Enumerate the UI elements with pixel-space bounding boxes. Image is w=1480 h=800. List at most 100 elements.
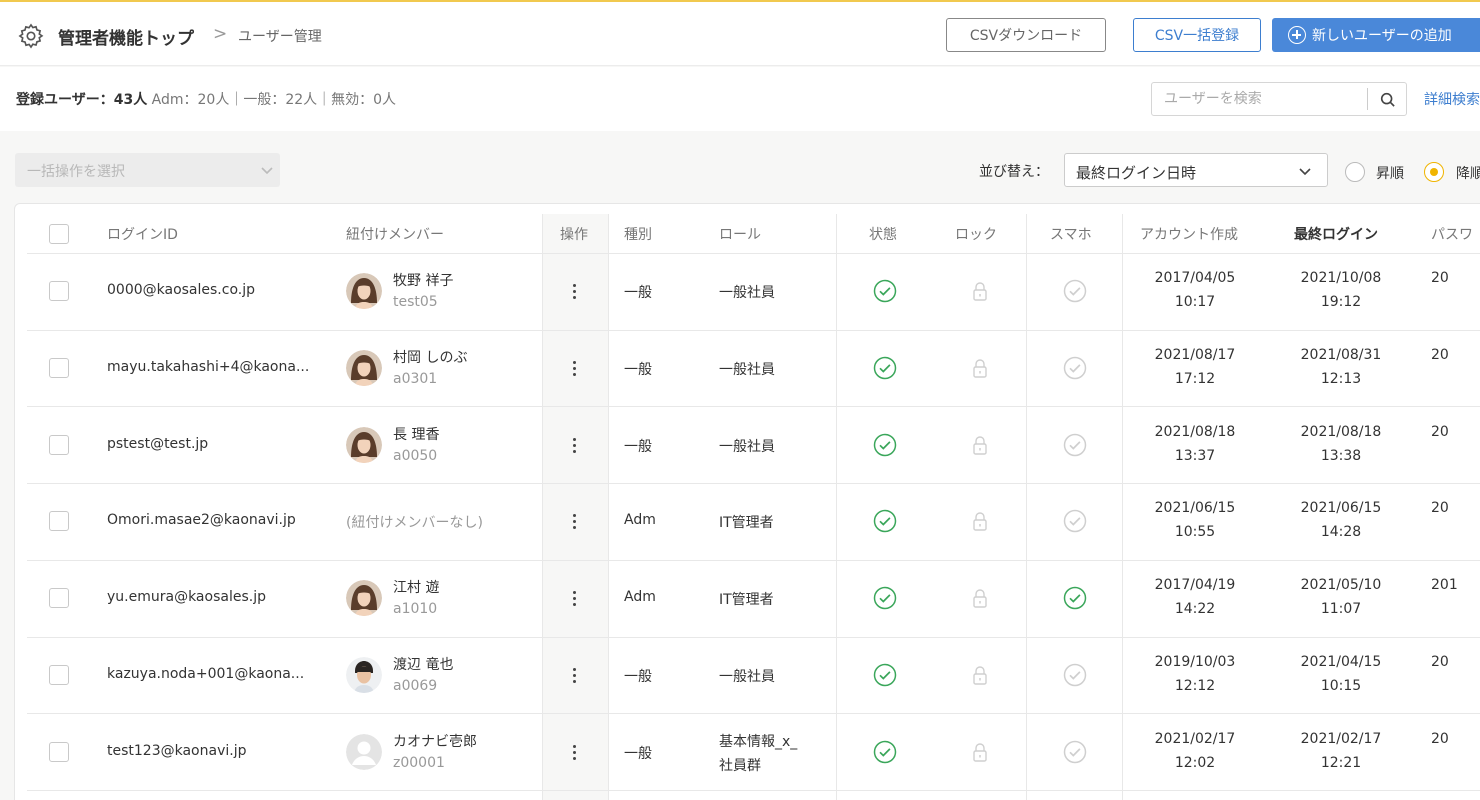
lock-icon[interactable]: [968, 586, 992, 610]
sort-desc-radio[interactable]: [1424, 162, 1444, 182]
user-type: 一般: [624, 668, 652, 685]
login-id[interactable]: pstest@test.jp: [107, 436, 208, 452]
row-checkbox[interactable]: [49, 358, 69, 379]
smartphone-check-icon[interactable]: [1063, 740, 1087, 764]
account-created-time: 14:22: [1174, 601, 1216, 618]
search-divider: [1367, 88, 1368, 110]
member-code: z00001: [393, 754, 445, 771]
kebab-icon[interactable]: [572, 667, 576, 684]
kebab-icon[interactable]: [572, 437, 576, 454]
column-header-last-login[interactable]: 最終ログイン: [1294, 224, 1378, 244]
member-code: a0301: [393, 371, 438, 388]
sort-asc-radio[interactable]: [1345, 162, 1365, 182]
csv-bulk-register-button[interactable]: CSV一括登録: [1133, 18, 1261, 52]
kebab-icon[interactable]: [572, 361, 576, 377]
kebab-icon[interactable]: [572, 744, 576, 761]
chevron-down-icon: [261, 167, 273, 175]
select-all-checkbox[interactable]: [49, 224, 69, 244]
column-header-operation: 操作: [560, 227, 588, 243]
row-checkbox[interactable]: [49, 741, 69, 762]
kebab-icon[interactable]: [572, 514, 576, 530]
search-icon[interactable]: [1379, 91, 1397, 109]
bulk-action-select[interactable]: 一括操作を選択: [15, 153, 280, 187]
row-checkbox[interactable]: [49, 434, 69, 455]
login-id[interactable]: mayu.takahashi+4@kaona...: [107, 359, 309, 375]
login-id[interactable]: Omori.masae2@kaonavi.jp: [107, 512, 296, 528]
smartphone-check-icon[interactable]: [1063, 663, 1087, 687]
avatar[interactable]: [346, 733, 382, 770]
column-header-login-id[interactable]: ログインID: [107, 224, 178, 244]
member-name[interactable]: 渡辺 竜也: [393, 654, 453, 674]
column-header-smartphone[interactable]: スマホ: [1050, 224, 1092, 244]
account-created-time: 17:12: [1174, 371, 1216, 388]
stats-bar: 登録ユーザー：43人 Adm：20人｜一般：22人｜無効：0人 詳細検索: [0, 67, 1480, 131]
avatar[interactable]: [346, 350, 382, 387]
last-login-date: 2021/04/15: [1300, 653, 1382, 670]
avatar[interactable]: [346, 426, 382, 463]
account-created-date: 2021/08/17: [1154, 347, 1236, 364]
password-updated: 20: [1431, 653, 1449, 670]
member-name[interactable]: 村岡 しのぶ: [393, 347, 467, 367]
account-created-date: 2017/04/05: [1154, 270, 1236, 287]
registered-users-count: 登録ユーザー：43人: [16, 92, 148, 108]
lock-icon[interactable]: [968, 509, 992, 533]
operation-column-bg: [542, 214, 608, 800]
password-updated: 20: [1431, 500, 1449, 517]
member-name[interactable]: 江村 遊: [393, 577, 439, 597]
smartphone-check-icon[interactable]: [1063, 586, 1087, 610]
role: IT管理者: [719, 592, 774, 609]
lock-icon[interactable]: [968, 279, 992, 303]
column-header-status[interactable]: 状態: [869, 224, 897, 244]
row-divider: [27, 406, 1480, 408]
row-divider: [27, 483, 1480, 485]
lock-icon[interactable]: [968, 740, 992, 764]
column-header-linked-member[interactable]: 紐付けメンバー: [346, 224, 444, 244]
gear-icon[interactable]: [17, 22, 45, 50]
login-id[interactable]: yu.emura@kaosales.jp: [107, 589, 266, 605]
column-header-type[interactable]: 種別: [624, 224, 652, 244]
lock-icon[interactable]: [968, 433, 992, 457]
add-user-button[interactable]: 新しいユーザーの追加: [1272, 18, 1480, 52]
lock-icon[interactable]: [968, 356, 992, 380]
search-input[interactable]: [1152, 83, 1362, 115]
smartphone-check-icon[interactable]: [1063, 356, 1087, 380]
login-id[interactable]: kazuya.noda+001@kaona...: [107, 666, 304, 682]
row-divider: [27, 789, 1480, 791]
smartphone-check-icon[interactable]: [1063, 433, 1087, 457]
row-checkbox[interactable]: [49, 664, 69, 685]
avatar[interactable]: [346, 656, 382, 693]
column-header-password[interactable]: パスワ: [1431, 224, 1473, 244]
sort-select[interactable]: 最終ログイン日時: [1064, 153, 1328, 187]
avatar[interactable]: [346, 273, 382, 310]
user-type: 一般: [624, 745, 652, 762]
column-header-role[interactable]: ロール: [719, 224, 761, 244]
password-updated: 20: [1431, 423, 1449, 440]
row-checkbox[interactable]: [49, 588, 69, 609]
column-header-account-created[interactable]: アカウント作成: [1140, 224, 1238, 244]
advanced-search-link[interactable]: 詳細検索: [1424, 89, 1480, 109]
login-id[interactable]: test123@kaonavi.jp: [107, 743, 246, 759]
login-id[interactable]: 0000@kaosales.co.jp: [107, 282, 255, 298]
kebab-icon[interactable]: [572, 284, 576, 300]
user-search: [1151, 82, 1407, 116]
row-checkbox[interactable]: [49, 281, 69, 302]
status-active-icon: [873, 510, 897, 533]
password-updated: 20: [1431, 270, 1449, 287]
member-name[interactable]: 長 理香: [393, 424, 439, 444]
password-updated: 20: [1431, 730, 1449, 747]
smartphone-check-icon[interactable]: [1063, 279, 1087, 303]
member-name[interactable]: 牧野 祥子: [393, 270, 453, 290]
csv-download-button[interactable]: CSVダウンロード: [946, 18, 1106, 52]
status-active-icon: [873, 356, 897, 380]
breadcrumb-admin-top[interactable]: 管理者機能トップ: [58, 24, 194, 49]
smartphone-check-icon[interactable]: [1063, 509, 1087, 533]
status-active-icon: [873, 280, 897, 303]
kebab-icon[interactable]: [572, 591, 576, 607]
lock-icon[interactable]: [968, 663, 992, 687]
breadcrumb-current: ユーザー管理: [238, 29, 322, 45]
column-header-lock[interactable]: ロック: [955, 224, 997, 244]
avatar[interactable]: [346, 580, 382, 617]
row-checkbox[interactable]: [49, 511, 69, 532]
member-name[interactable]: カオナビ壱郎: [393, 731, 477, 751]
status-active-icon: [873, 740, 897, 763]
